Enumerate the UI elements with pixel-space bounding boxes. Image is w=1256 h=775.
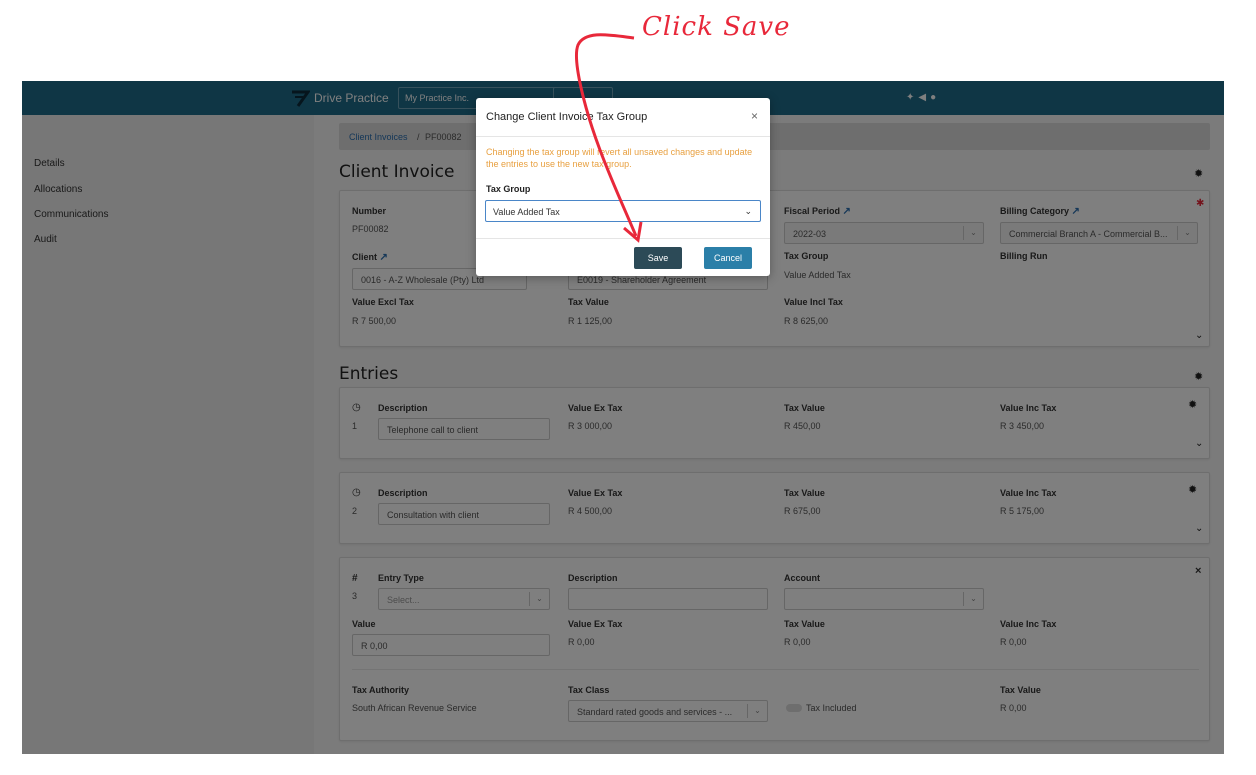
modal-title: Change Client Invoice Tax Group	[486, 111, 648, 123]
tax-group-select[interactable]: Value Added Tax ⌄	[485, 200, 761, 222]
annotation-click-save: Click Save	[642, 12, 791, 42]
change-tax-group-modal: Change Client Invoice Tax Group × Changi…	[476, 98, 770, 276]
modal-divider	[476, 136, 770, 137]
cancel-button[interactable]: Cancel	[704, 247, 752, 269]
chevron-down-icon: ⌄	[744, 206, 752, 216]
annotation-area: Click Save	[0, 0, 1256, 80]
close-icon[interactable]: ×	[751, 109, 758, 123]
modal-divider	[476, 238, 770, 239]
save-button[interactable]: Save	[634, 247, 682, 269]
app-window: Drive Practice My Practice Inc. ✦◀● Deta…	[22, 81, 1224, 754]
tax-group-selected: Value Added Tax	[493, 207, 560, 217]
modal-warning-text: Changing the tax group will revert all u…	[486, 147, 753, 169]
tax-group-label: Tax Group	[486, 184, 531, 194]
